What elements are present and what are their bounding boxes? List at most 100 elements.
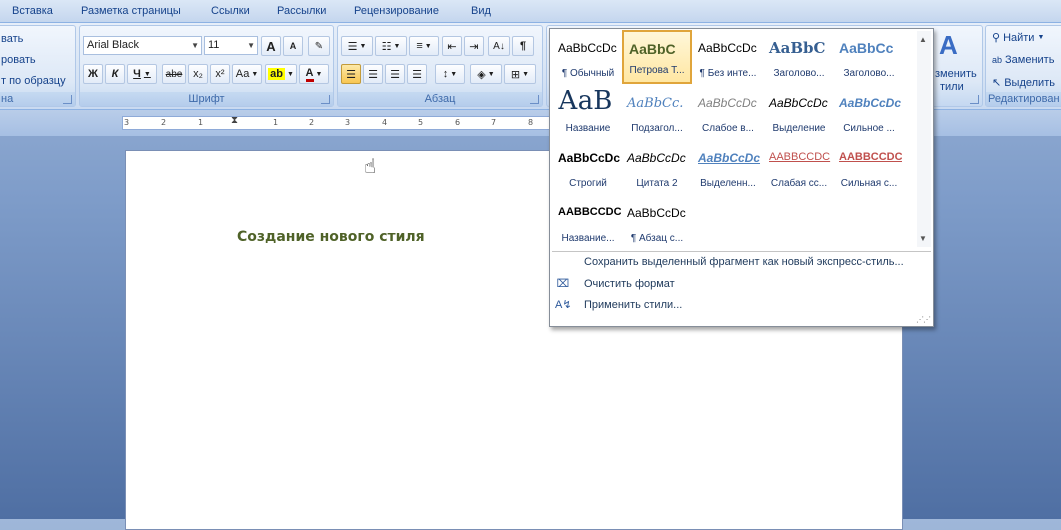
style-no-spacing[interactable]: AaBbCcDc ¶ Без инте... bbox=[693, 31, 763, 85]
apply-styles-item[interactable]: A↯ Применить стили... bbox=[553, 295, 930, 315]
tab-view[interactable]: Вид bbox=[471, 5, 491, 17]
replace-button[interactable]: ab Заменить bbox=[992, 54, 1054, 66]
underline-icon: Ч bbox=[133, 68, 141, 80]
editing-group-label: Редактирован bbox=[986, 92, 1061, 106]
style-name: Слабое в... bbox=[702, 123, 754, 134]
scroll-down-icon[interactable]: ▼ bbox=[919, 234, 927, 243]
gallery-scrollbar[interactable]: ▲ ▼ bbox=[917, 31, 931, 247]
shrink-font-icon: A bbox=[289, 41, 297, 51]
style-heading-2[interactable]: AaBbCc Заголово... bbox=[834, 31, 904, 85]
menu-item-label: Сохранить выделенный фрагмент как новый … bbox=[584, 256, 904, 268]
style-heading-1[interactable]: AaBbC Заголово... bbox=[764, 31, 834, 85]
paragraph-launcher-icon[interactable] bbox=[530, 95, 539, 104]
style-preview: AaBbCcDc bbox=[558, 41, 617, 55]
numbering-button[interactable]: ☷ ▼ bbox=[375, 36, 407, 56]
replace-label: Заменить bbox=[1005, 54, 1055, 66]
ruler-number: 3 bbox=[124, 118, 130, 127]
font-name-combo[interactable]: Arial Black ▼ bbox=[83, 36, 202, 55]
tab-insert[interactable]: Вставка bbox=[12, 5, 53, 17]
font-color-icon: A bbox=[305, 67, 314, 82]
align-left-button[interactable]: ☰ bbox=[341, 64, 361, 84]
clear-formatting-button[interactable]: ✎ bbox=[308, 36, 330, 56]
italic-button[interactable]: К bbox=[105, 64, 125, 84]
increase-indent-button[interactable]: ⇥ bbox=[464, 36, 484, 56]
tab-review[interactable]: Рецензирование bbox=[354, 5, 439, 17]
strikethrough-button[interactable]: abe bbox=[162, 64, 186, 84]
quick-styles-gallery: AaBbCcDc ¶ Обычный AaBbC Петрова Т... Aa… bbox=[549, 28, 934, 327]
copy-button[interactable]: вать bbox=[1, 33, 23, 45]
align-left-icon: ☰ bbox=[346, 68, 356, 81]
clear-formatting-item[interactable]: ⌧ Очистить формат bbox=[553, 274, 930, 294]
tab-references[interactable]: Ссылки bbox=[211, 5, 250, 17]
style-strong[interactable]: AaBbCcDc Строгий bbox=[553, 141, 623, 195]
line-spacing-button[interactable]: ↕ ▼ bbox=[435, 64, 465, 84]
find-button[interactable]: ⚲ Найти ▼ bbox=[992, 31, 1044, 45]
horizontal-ruler[interactable]: 3 2 1 ⧗ 1 2 3 4 5 6 7 8 bbox=[122, 115, 552, 130]
sort-button[interactable]: A↓ bbox=[488, 36, 510, 56]
document-heading[interactable]: Создание нового стиля bbox=[237, 229, 425, 245]
select-button[interactable]: ↖ Выделить bbox=[992, 76, 1055, 90]
ribbon-tabs: Вставка Разметка страницы Ссылки Рассылк… bbox=[0, 0, 1061, 23]
scroll-up-icon[interactable]: ▲ bbox=[919, 35, 927, 44]
indent-marker-icon[interactable]: ⧗ bbox=[231, 115, 238, 126]
highlight-button[interactable]: ab ▼ bbox=[265, 64, 297, 84]
subscript-button[interactable]: x₂ bbox=[188, 64, 208, 84]
bullets-button[interactable]: ☰ ▼ bbox=[341, 36, 373, 56]
clipboard-launcher-icon[interactable] bbox=[63, 95, 72, 104]
style-intense-reference[interactable]: AABBCCDC Сильная с... bbox=[834, 141, 904, 195]
align-right-button[interactable]: ☰ bbox=[385, 64, 405, 84]
justify-button[interactable]: ☰ bbox=[407, 64, 427, 84]
style-petrova[interactable]: AaBbC Петрова Т... bbox=[622, 30, 692, 84]
style-preview: AABBCCDC bbox=[558, 206, 621, 218]
chevron-down-icon: ▼ bbox=[191, 41, 199, 50]
decrease-indent-button[interactable]: ⇤ bbox=[442, 36, 462, 56]
clipboard-group: вать ровать т по образцу на bbox=[0, 25, 76, 107]
font-launcher-icon[interactable] bbox=[321, 95, 330, 104]
apply-styles-icon: A↯ bbox=[555, 299, 572, 311]
save-as-quick-style-item[interactable]: Сохранить выделенный фрагмент как новый … bbox=[553, 252, 930, 272]
style-name: Строгий bbox=[569, 178, 607, 189]
paste-button[interactable]: ровать bbox=[1, 54, 36, 66]
select-arrow-icon: ↖ bbox=[992, 77, 1002, 89]
style-normal[interactable]: AaBbCcDc ¶ Обычный bbox=[553, 31, 623, 85]
tab-page-layout[interactable]: Разметка страницы bbox=[81, 5, 181, 17]
style-subtle-emphasis[interactable]: AaBbCcDc Слабое в... bbox=[693, 86, 763, 140]
shading-button[interactable]: ◈ ▼ bbox=[470, 64, 502, 84]
editing-group: ⚲ Найти ▼ ab Заменить ↖ Выделить Редакти… bbox=[985, 25, 1061, 107]
change-case-button[interactable]: Аа ▼ bbox=[232, 64, 262, 84]
font-size-combo[interactable]: 11 ▼ bbox=[204, 36, 258, 55]
underline-button[interactable]: Ч ▼ bbox=[127, 64, 157, 84]
superscript-button[interactable]: x² bbox=[210, 64, 230, 84]
style-subtle-reference[interactable]: AABBCCDC Слабая сс... bbox=[764, 141, 834, 195]
shrink-font-button[interactable]: A bbox=[283, 36, 303, 56]
format-painter-button[interactable]: т по образцу bbox=[1, 75, 66, 87]
ruler-number: 2 bbox=[161, 118, 167, 127]
multilevel-list-button[interactable]: ≡ ▼ bbox=[409, 36, 439, 56]
style-quote-2[interactable]: AaBbCcDc Цитата 2 bbox=[622, 141, 692, 195]
style-emphasis[interactable]: AaBbCcDc Выделение bbox=[764, 86, 834, 140]
ruler-number: 4 bbox=[382, 118, 388, 127]
chevron-down-icon: ▼ bbox=[247, 41, 255, 50]
change-case-icon: Аа bbox=[235, 68, 250, 80]
style-intense-emphasis[interactable]: AaBbCcDc Сильное ... bbox=[834, 86, 904, 140]
show-marks-button[interactable]: ¶ bbox=[512, 36, 534, 56]
style-name: Подзагол... bbox=[631, 123, 683, 134]
style-intense-quote[interactable]: AaBbCcDc Выделенн... bbox=[693, 141, 763, 195]
change-styles-button[interactable]: A зменить тили bbox=[935, 30, 981, 93]
tab-mailings[interactable]: Рассылки bbox=[277, 5, 326, 17]
styles-launcher-icon[interactable] bbox=[970, 95, 979, 104]
italic-icon: К bbox=[111, 68, 119, 80]
style-subtitle[interactable]: AaBbCc. Подзагол... bbox=[622, 86, 692, 140]
grow-font-button[interactable]: A bbox=[261, 36, 281, 56]
align-center-button[interactable]: ☰ bbox=[363, 64, 383, 84]
style-title[interactable]: АаВ Название bbox=[553, 86, 623, 140]
resize-grip-icon[interactable]: ⋰⋰ bbox=[916, 315, 931, 324]
style-name: Слабая сс... bbox=[770, 178, 828, 189]
style-preview: AaBbCcDc bbox=[698, 151, 761, 165]
font-color-button[interactable]: A ▼ bbox=[299, 64, 329, 84]
borders-button[interactable]: ⊞ ▼ bbox=[504, 64, 536, 84]
style-list-paragraph[interactable]: AaBbCcDc ¶ Абзац с... bbox=[622, 196, 692, 250]
bold-button[interactable]: Ж bbox=[83, 64, 103, 84]
numbering-icon: ☷ bbox=[381, 40, 392, 53]
style-book-title[interactable]: AABBCCDC Название... bbox=[553, 196, 623, 250]
